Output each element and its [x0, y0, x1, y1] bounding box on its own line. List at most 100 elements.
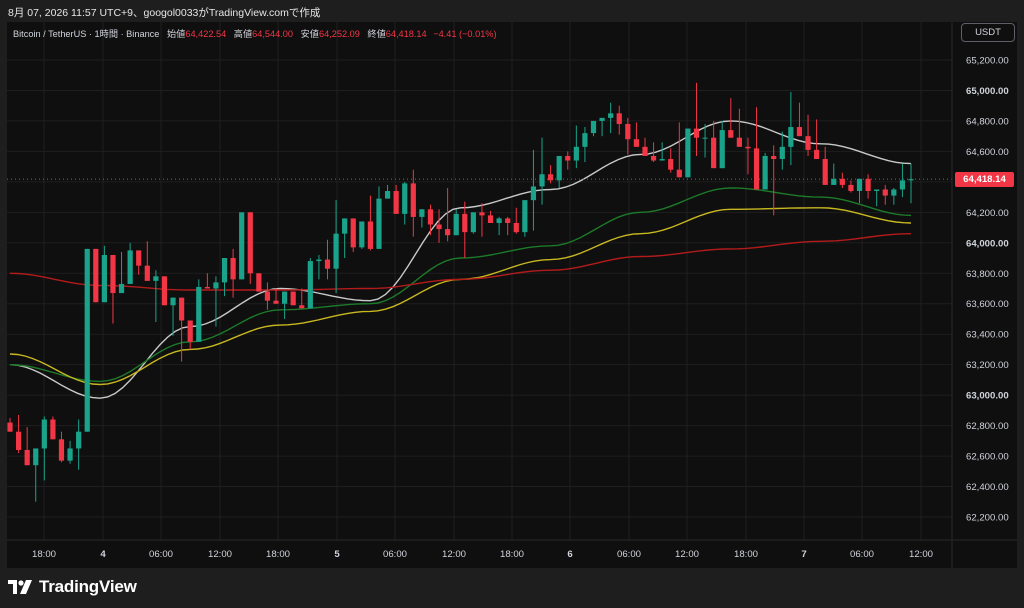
price-chart[interactable]: 65,200.00 65,000.00 64,800.00 64,600.00 64,4…	[0, 0, 1024, 608]
candle-body	[393, 191, 399, 214]
moving-average-line	[9, 207, 912, 386]
x-tick-label: 7	[801, 549, 806, 560]
candle-body	[161, 276, 168, 306]
candle-body	[496, 218, 502, 223]
candle-body	[728, 130, 734, 138]
tradingview-logo[interactable]: TradingView	[8, 576, 137, 598]
candle-body	[76, 431, 82, 449]
low-value: 64,252.09	[318, 29, 360, 39]
candle-body	[762, 155, 768, 190]
y-tick-label: 62,600.00	[966, 452, 1009, 463]
x-tick-label: 06:00	[149, 549, 173, 560]
x-tick-label: 18:00	[32, 549, 56, 560]
candle-body	[882, 189, 888, 196]
candle-body	[470, 212, 476, 233]
candle-body	[530, 186, 537, 201]
candle-body	[50, 419, 56, 440]
candle-body	[891, 189, 897, 196]
y-tick-label: 64,800.00	[966, 116, 1009, 127]
moving-average-line	[9, 233, 912, 291]
candle-body	[676, 169, 682, 178]
y-tick-label: 64,600.00	[966, 147, 1009, 158]
moving-average-line	[9, 187, 912, 383]
x-tick-label: 06:00	[383, 549, 407, 560]
candle-body	[7, 422, 13, 432]
candle-body	[316, 259, 322, 262]
candle-body	[642, 146, 648, 156]
candle-body	[650, 155, 657, 161]
candle-body	[384, 191, 391, 199]
candle-body	[745, 146, 751, 149]
candle-body	[264, 291, 271, 301]
candle-body	[565, 155, 571, 161]
candle-body	[839, 178, 845, 185]
candle-body	[505, 218, 511, 223]
y-tick-label: 65,200.00	[966, 56, 1009, 67]
candle-body	[590, 120, 597, 134]
candle-body	[136, 250, 142, 266]
candle-body	[556, 155, 562, 181]
candle-body	[333, 233, 339, 269]
candle-body	[170, 297, 176, 306]
candle-body	[436, 224, 442, 230]
y-tick-label: 63,800.00	[966, 269, 1009, 280]
candle-body	[668, 159, 674, 170]
symbol-title[interactable]: Bitcoin / TetherUS · 1時間 · Binance	[13, 29, 159, 39]
candle-body	[58, 439, 65, 461]
currency-button[interactable]: USDT	[961, 23, 1015, 42]
candle-body	[153, 276, 159, 281]
candle-body	[307, 261, 313, 309]
candle-body	[814, 149, 820, 160]
candle-body	[865, 178, 871, 192]
candle-body	[788, 127, 794, 147]
candle-body	[522, 200, 528, 233]
brand-name: TradingView	[39, 577, 137, 596]
candle-body	[831, 178, 837, 185]
low-label: 安値	[300, 29, 319, 39]
candle-body	[479, 212, 485, 216]
x-tick-label: 12:00	[208, 549, 232, 560]
y-tick-label: 62,200.00	[966, 513, 1009, 524]
tradingview-logo-icon	[8, 580, 32, 594]
candle-body	[187, 320, 193, 342]
x-tick-label: 6	[567, 549, 572, 560]
candle-body	[771, 155, 777, 160]
candle-body	[118, 283, 125, 294]
y-tick-label: 63,600.00	[966, 299, 1009, 310]
candle-body	[221, 258, 228, 283]
candle-body	[127, 250, 133, 284]
x-tick-label: 18:00	[266, 549, 290, 560]
candle-body	[685, 128, 691, 178]
candle-body	[848, 184, 854, 192]
candle-body	[324, 259, 331, 269]
candle-body	[402, 183, 408, 214]
close-value: 64,418.14	[385, 29, 427, 39]
candle-body	[273, 300, 279, 304]
candle-body	[367, 221, 373, 249]
candle-body	[582, 133, 588, 147]
candle-body	[410, 183, 416, 217]
candle-body	[548, 174, 554, 181]
candle-body	[256, 273, 262, 292]
candle-body	[453, 213, 459, 236]
y-tick-label: 63,200.00	[966, 360, 1009, 371]
candle-body	[874, 189, 880, 192]
candle-body	[93, 248, 99, 303]
candle-body	[281, 291, 288, 304]
candle-body	[299, 305, 305, 309]
x-tick-label: 4	[100, 549, 106, 560]
candle-body	[608, 113, 614, 118]
x-tick-label: 06:00	[617, 549, 641, 560]
candle-body	[633, 139, 640, 147]
candle-body	[24, 449, 30, 466]
candle-body	[101, 254, 107, 303]
candle-body	[419, 209, 425, 217]
candle-body	[15, 431, 22, 450]
candle-body	[213, 282, 219, 289]
x-tick-label: 12:00	[909, 549, 933, 560]
candle-body	[753, 148, 760, 190]
candle-body	[239, 212, 245, 280]
candle-body	[462, 213, 468, 233]
candle-body	[179, 297, 185, 321]
candle-body	[376, 198, 382, 249]
